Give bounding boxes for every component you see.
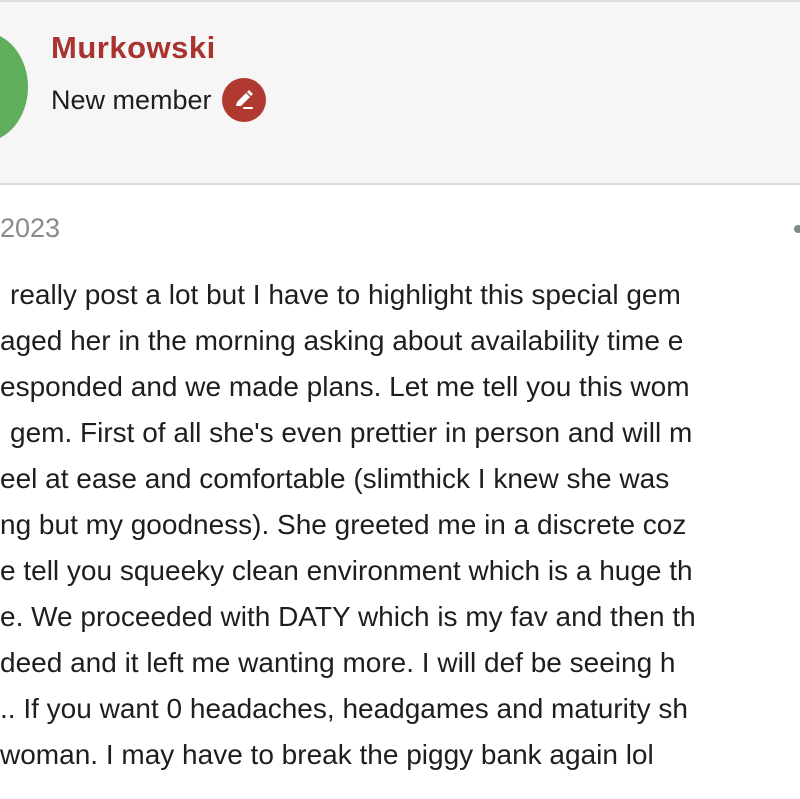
post-body-line: deed and it left me wanting more. I will… xyxy=(0,647,676,678)
post-body-line: aged her in the morning asking about ava… xyxy=(0,325,684,356)
author-role-row: New member xyxy=(51,78,266,122)
post-date[interactable]: 2023 xyxy=(0,213,60,244)
post-body-line: e tell you squeeky clean environment whi… xyxy=(0,555,693,586)
post-body-line: esponded and we made plans. Let me tell … xyxy=(0,371,690,402)
post-body-line: eel at ease and comfortable (slimthick I… xyxy=(0,463,670,494)
post-body-line: e. We proceeded with DATY which is my fa… xyxy=(0,601,696,632)
post-body-line: ng but my goodness). She greeted me in a… xyxy=(0,509,687,540)
post-body-line: .. If you want 0 headaches, headgames an… xyxy=(0,693,688,724)
post-body-line: really post a lot but I have to highligh… xyxy=(10,279,681,310)
author-role: New member xyxy=(51,84,212,115)
post-body-line: woman. I may have to break the piggy ban… xyxy=(0,739,654,770)
post-author-header: Murkowski New member xyxy=(0,0,800,185)
pencil-edit-icon[interactable] xyxy=(221,78,266,122)
avatar[interactable] xyxy=(0,32,28,142)
author-username[interactable]: Murkowski xyxy=(51,30,216,66)
more-options-icon[interactable] xyxy=(794,225,800,233)
post-body-line: gem. First of all she's even prettier in… xyxy=(10,417,693,448)
